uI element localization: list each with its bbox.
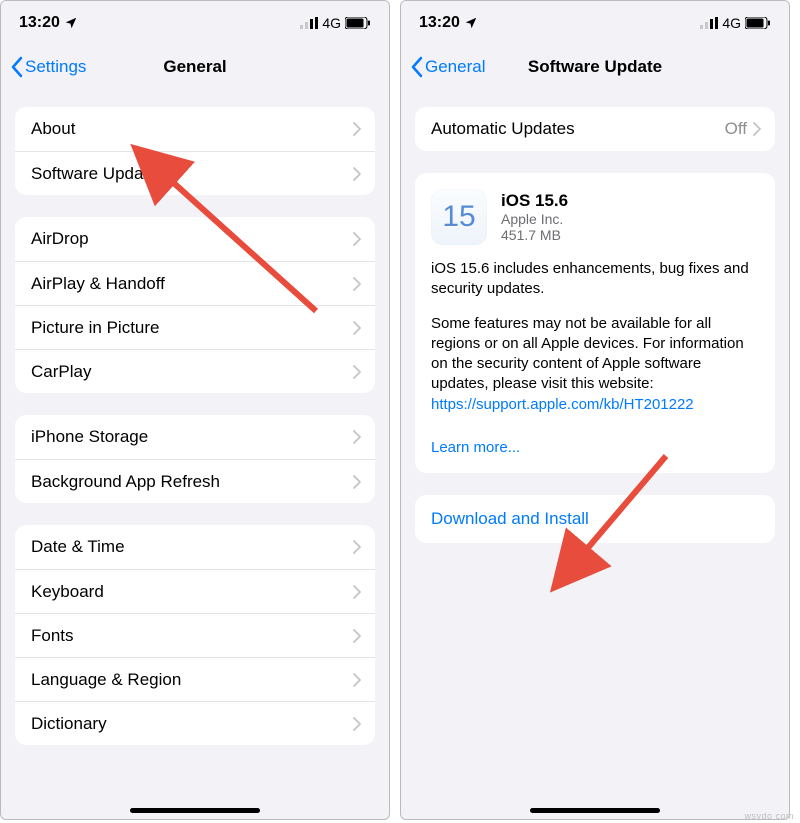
back-button[interactable]: Settings <box>9 56 86 78</box>
settings-group: Date & Time Keyboard Fonts Language & Re… <box>15 525 375 745</box>
row-label: AirPlay & Handoff <box>31 274 353 294</box>
back-label: General <box>425 57 485 77</box>
update-info-card: 15 iOS 15.6 Apple Inc. 451.7 MB iOS 15.6… <box>415 173 775 473</box>
row-airplay-handoff[interactable]: AirPlay & Handoff <box>15 261 375 305</box>
row-about[interactable]: About <box>15 107 375 151</box>
chevron-right-icon <box>353 540 361 554</box>
chevron-right-icon <box>353 629 361 643</box>
nav-bar: General Software Update <box>401 45 789 89</box>
back-button[interactable]: General <box>409 56 485 78</box>
row-automatic-updates[interactable]: Automatic Updates Off <box>415 107 775 151</box>
row-label: Keyboard <box>31 582 353 602</box>
status-bar: 13:20 4G <box>1 1 389 45</box>
battery-icon <box>345 17 371 29</box>
location-icon <box>464 16 478 30</box>
security-link[interactable]: https://support.apple.com/kb/HT201222 <box>431 396 694 413</box>
update-paragraph: Some features may not be available for a… <box>431 314 759 415</box>
watermark: wsvdo com <box>744 811 794 821</box>
row-date-time[interactable]: Date & Time <box>15 525 375 569</box>
row-carplay[interactable]: CarPlay <box>15 349 375 393</box>
row-picture-in-picture[interactable]: Picture in Picture <box>15 305 375 349</box>
chevron-right-icon <box>353 122 361 136</box>
row-fonts[interactable]: Fonts <box>15 613 375 657</box>
home-indicator[interactable] <box>130 808 260 813</box>
row-label: Background App Refresh <box>31 472 353 492</box>
row-iphone-storage[interactable]: iPhone Storage <box>15 415 375 459</box>
chevron-right-icon <box>353 585 361 599</box>
row-label: iPhone Storage <box>31 427 353 447</box>
update-vendor: Apple Inc. <box>501 211 568 227</box>
row-label: Automatic Updates <box>431 119 725 139</box>
row-label: Picture in Picture <box>31 318 353 338</box>
chevron-right-icon <box>353 321 361 335</box>
row-airdrop[interactable]: AirDrop <box>15 217 375 261</box>
chevron-right-icon <box>353 277 361 291</box>
settings-group: iPhone Storage Background App Refresh <box>15 415 375 503</box>
row-label: AirDrop <box>31 229 353 249</box>
automatic-updates-group: Automatic Updates Off <box>415 107 775 151</box>
cellular-signal-icon <box>300 17 318 29</box>
location-icon <box>64 16 78 30</box>
update-size: 451.7 MB <box>501 227 568 243</box>
row-background-app-refresh[interactable]: Background App Refresh <box>15 459 375 503</box>
row-label: Date & Time <box>31 537 353 557</box>
row-label: CarPlay <box>31 362 353 382</box>
row-label: Software Update <box>31 164 353 184</box>
row-label: Dictionary <box>31 714 353 734</box>
row-language-region[interactable]: Language & Region <box>15 657 375 701</box>
update-description: iOS 15.6 includes enhancements, bug fixe… <box>431 259 759 415</box>
update-content[interactable]: Automatic Updates Off 15 iOS 15.6 Apple … <box>401 89 789 819</box>
chevron-right-icon <box>353 475 361 489</box>
chevron-right-icon <box>753 122 761 136</box>
nav-bar: Settings General <box>1 45 389 89</box>
status-time: 13:20 <box>419 14 460 32</box>
ios-version-icon: 15 <box>431 189 487 245</box>
settings-list[interactable]: About Software Update AirDrop AirPlay & … <box>1 89 389 819</box>
status-time: 13:20 <box>19 14 60 32</box>
general-settings-screen: 13:20 4G Settings General <box>0 0 390 820</box>
update-text: Some features may not be available for a… <box>431 315 744 393</box>
download-install-button[interactable]: Download and Install <box>415 495 775 543</box>
chevron-right-icon <box>353 673 361 687</box>
chevron-right-icon <box>353 365 361 379</box>
chevron-right-icon <box>353 232 361 246</box>
settings-group: About Software Update <box>15 107 375 195</box>
chevron-right-icon <box>353 717 361 731</box>
row-label: About <box>31 119 353 139</box>
row-keyboard[interactable]: Keyboard <box>15 569 375 613</box>
chevron-left-icon <box>409 56 425 78</box>
update-paragraph: iOS 15.6 includes enhancements, bug fixe… <box>431 259 759 300</box>
back-label: Settings <box>25 57 86 77</box>
battery-icon <box>745 17 771 29</box>
chevron-right-icon <box>353 167 361 181</box>
row-dictionary[interactable]: Dictionary <box>15 701 375 745</box>
update-name: iOS 15.6 <box>501 191 568 211</box>
home-indicator[interactable] <box>530 808 660 813</box>
chevron-left-icon <box>9 56 25 78</box>
chevron-right-icon <box>353 430 361 444</box>
network-label: 4G <box>322 15 341 31</box>
settings-group: AirDrop AirPlay & Handoff Picture in Pic… <box>15 217 375 393</box>
row-software-update[interactable]: Software Update <box>15 151 375 195</box>
network-label: 4G <box>722 15 741 31</box>
row-label: Fonts <box>31 626 353 646</box>
row-label: Language & Region <box>31 670 353 690</box>
learn-more-link[interactable]: Learn more... <box>431 439 520 456</box>
status-bar: 13:20 4G <box>401 1 789 45</box>
cellular-signal-icon <box>700 17 718 29</box>
row-value: Off <box>725 119 747 139</box>
software-update-screen: 13:20 4G General Software Update <box>400 0 790 820</box>
